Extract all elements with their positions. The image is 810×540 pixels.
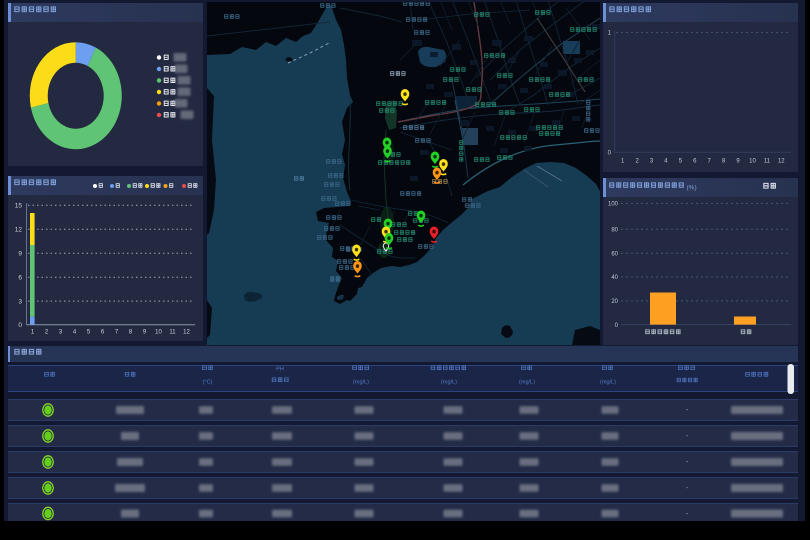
- svg-text:2: 2: [635, 159, 639, 165]
- svg-text:4: 4: [664, 159, 668, 165]
- svg-text:8: 8: [722, 159, 726, 165]
- svg-text:5: 5: [87, 330, 91, 336]
- svg-text:8: 8: [129, 330, 133, 336]
- svg-text:100: 100: [608, 202, 619, 208]
- svg-text:10: 10: [155, 330, 162, 336]
- svg-text:(mg/L): (mg/L): [353, 380, 369, 386]
- svg-text:20: 20: [611, 299, 618, 305]
- svg-text:-: -: [686, 511, 689, 518]
- svg-text:3: 3: [650, 159, 654, 165]
- svg-text:10: 10: [749, 159, 756, 165]
- svg-text:(mg/L): (mg/L): [600, 380, 616, 386]
- svg-text:15: 15: [15, 203, 23, 210]
- svg-text:-: -: [686, 485, 689, 492]
- svg-text:-: -: [686, 407, 689, 414]
- svg-text:0: 0: [608, 151, 612, 157]
- svg-text:3: 3: [18, 298, 22, 305]
- svg-text:(%): (%): [687, 185, 697, 192]
- svg-text:1: 1: [31, 330, 35, 336]
- svg-text:6: 6: [693, 159, 697, 165]
- svg-text:9: 9: [143, 330, 147, 336]
- svg-text:PH: PH: [276, 367, 284, 373]
- svg-text:5: 5: [679, 159, 683, 165]
- svg-text:2: 2: [45, 330, 49, 336]
- svg-text:-: -: [686, 459, 689, 466]
- svg-text:12: 12: [183, 330, 190, 336]
- svg-text:0: 0: [615, 323, 619, 329]
- svg-text:6: 6: [101, 330, 105, 336]
- svg-text:3: 3: [59, 330, 63, 336]
- svg-text:11: 11: [169, 330, 176, 336]
- svg-text:11: 11: [764, 159, 771, 165]
- svg-text:1: 1: [608, 31, 612, 37]
- svg-text:(°C): (°C): [203, 380, 213, 386]
- svg-text:1: 1: [621, 159, 625, 165]
- svg-text:60: 60: [611, 252, 618, 258]
- svg-text:0: 0: [18, 322, 22, 329]
- svg-text:80: 80: [611, 228, 618, 234]
- svg-text:(mg/L): (mg/L): [519, 380, 535, 386]
- svg-text:7: 7: [115, 330, 119, 336]
- svg-text:(mg/L): (mg/L): [441, 380, 457, 386]
- svg-text:9: 9: [736, 159, 740, 165]
- svg-text:12: 12: [778, 159, 785, 165]
- svg-text:6: 6: [18, 274, 22, 281]
- svg-text:40: 40: [611, 275, 618, 281]
- svg-text:-: -: [686, 433, 689, 440]
- svg-text:12: 12: [15, 226, 23, 233]
- svg-text:7: 7: [708, 159, 712, 165]
- svg-text:4: 4: [73, 330, 77, 336]
- svg-text:9: 9: [18, 251, 22, 258]
